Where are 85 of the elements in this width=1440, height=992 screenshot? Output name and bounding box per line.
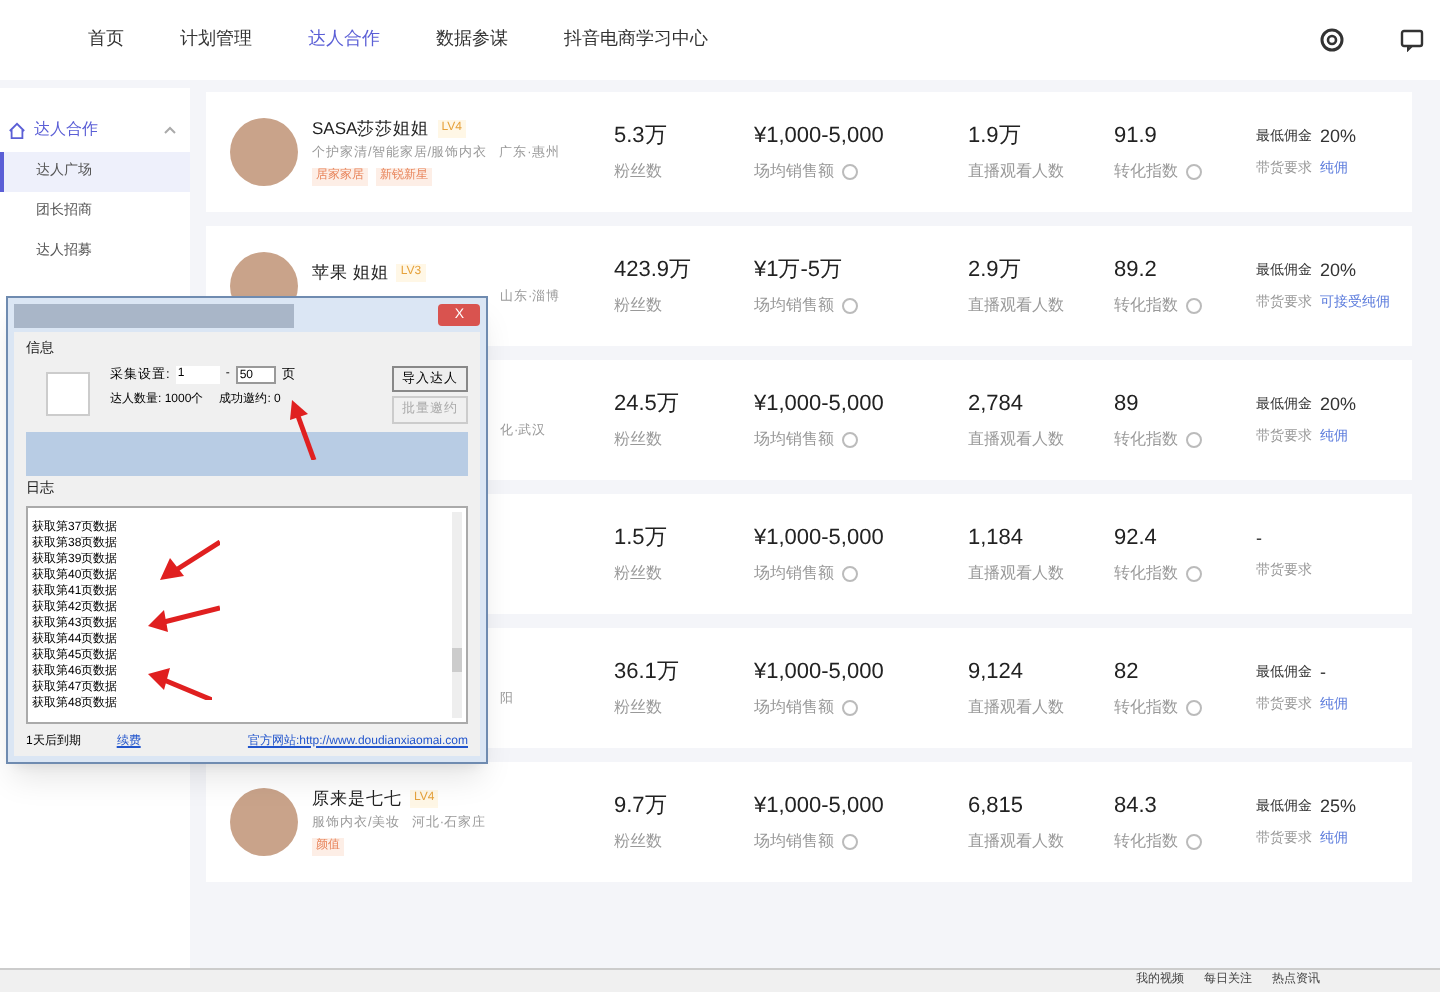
stat-value: 5.3万	[614, 121, 667, 152]
stat-label: 场均销售额	[754, 830, 834, 855]
stat-label: 转化指数	[1114, 294, 1178, 319]
stat-value: ¥1,000-5,000	[754, 791, 884, 822]
stat-label: 粉丝数	[614, 294, 662, 319]
commission-value: 20%	[1320, 124, 1357, 150]
stat-value: 1.9万	[968, 121, 1021, 152]
stat-label: 场均销售额	[754, 428, 834, 453]
pointer-arrow	[160, 540, 220, 580]
stat-value: 84.3	[1114, 791, 1157, 822]
stat-label: 场均销售额	[754, 562, 834, 587]
avatar	[230, 788, 298, 856]
creator-name: SASA莎莎姐姐	[312, 116, 430, 142]
avatar	[230, 118, 298, 186]
commission-value: 25%	[1320, 794, 1357, 820]
commission-value: 20%	[1320, 258, 1357, 284]
nav-tab[interactable]: 达人合作	[308, 26, 380, 54]
stat-label: 直播观看人数	[968, 428, 1064, 453]
stat-value: ¥1,000-5,000	[754, 121, 884, 152]
stat-label: 直播观看人数	[968, 294, 1064, 319]
help-icon	[842, 298, 858, 315]
help-icon	[1186, 298, 1202, 315]
stat-value: 423.9万	[614, 255, 692, 286]
stat-value: 1.5万	[614, 523, 667, 554]
help-icon	[842, 566, 858, 583]
help-icon	[1186, 432, 1202, 449]
stat-label: 粉丝数	[614, 830, 662, 855]
stat-label: 场均销售额	[754, 294, 834, 319]
stat-label: 直播观看人数	[968, 160, 1064, 185]
stat-value: 82	[1114, 657, 1139, 688]
help-icon	[842, 432, 858, 449]
stat-label: 直播观看人数	[968, 562, 1064, 587]
stat-label: 转化指数	[1114, 428, 1178, 453]
stat-label: 场均销售额	[754, 160, 834, 185]
settings-icon[interactable]	[1320, 28, 1344, 52]
stat-value: ¥1,000-5,000	[754, 389, 884, 420]
stat-value: 9,124	[968, 657, 1024, 688]
creator-name: 苹果 姐姐	[312, 259, 389, 285]
stat-value: 9.7万	[614, 791, 667, 822]
help-icon	[842, 834, 858, 851]
help-icon	[1186, 700, 1202, 717]
help-icon	[1186, 834, 1202, 851]
stat-value: 2.9万	[968, 255, 1021, 286]
stat-label: 直播观看人数	[968, 696, 1064, 721]
commission-value: -	[1256, 526, 1262, 552]
stat-label: 粉丝数	[614, 160, 662, 185]
stat-value: 6,815	[968, 791, 1024, 822]
sidebar-group-title[interactable]: 达人合作	[34, 118, 98, 142]
stat-label: 粉丝数	[614, 696, 662, 721]
stat-value: 36.1万	[614, 657, 679, 688]
help-icon	[842, 164, 858, 181]
help-icon	[1186, 164, 1202, 181]
stat-value: ¥1万-5万	[754, 255, 843, 286]
stat-value: 2,784	[968, 389, 1024, 420]
stat-value: 1,184	[968, 523, 1024, 554]
pointer-arrow	[148, 604, 220, 632]
stat-label: 转化指数	[1114, 562, 1178, 587]
home-icon	[8, 121, 26, 139]
app-logo	[46, 371, 90, 415]
stat-value: 91.9	[1114, 121, 1157, 152]
commission-value: 20%	[1320, 392, 1357, 418]
stat-value: ¥1,000-5,000	[754, 657, 884, 688]
stat-label: 粉丝数	[614, 562, 662, 587]
nav-tab[interactable]: 数据参谋	[436, 26, 508, 54]
commission-value: -	[1320, 660, 1326, 686]
stat-value: 24.5万	[614, 389, 679, 420]
creator-name: 原来是七七	[312, 786, 402, 812]
stat-value: 89	[1114, 389, 1139, 420]
stat-label: 转化指数	[1114, 830, 1178, 855]
stat-label: 转化指数	[1114, 160, 1178, 185]
nav-tab[interactable]: 抖音电商学习中心	[564, 26, 708, 54]
pointer-arrow	[148, 668, 212, 700]
stat-label: 直播观看人数	[968, 830, 1064, 855]
pointer-arrow	[286, 400, 318, 460]
stat-label: 转化指数	[1114, 696, 1178, 721]
stat-value: 89.2	[1114, 255, 1157, 286]
help-icon	[1186, 566, 1202, 583]
stat-label: 场均销售额	[754, 696, 834, 721]
nav-tab[interactable]: 计划管理	[180, 26, 252, 54]
nav-tab[interactable]: 首页	[88, 26, 124, 54]
chat-icon[interactable]	[1400, 28, 1424, 52]
stat-label: 粉丝数	[614, 428, 662, 453]
help-icon	[842, 700, 858, 717]
stat-value: ¥1,000-5,000	[754, 523, 884, 554]
stat-value: 92.4	[1114, 523, 1157, 554]
